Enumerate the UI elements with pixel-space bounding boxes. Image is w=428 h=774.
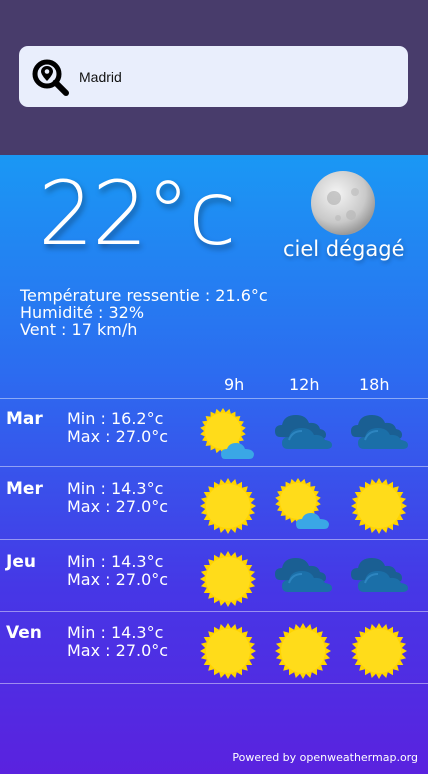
sun-icon <box>350 622 408 684</box>
location-search-icon[interactable] <box>31 58 71 98</box>
search-bar[interactable] <box>19 46 408 107</box>
sun-cloud-icon <box>199 407 259 467</box>
hour-label-9h: 9h <box>224 375 245 394</box>
forecast-minmax: Min : 14.3°c Max : 27.0°c <box>67 553 168 589</box>
sun-icon <box>199 550 257 612</box>
forecast-minmax: Min : 14.3°c Max : 27.0°c <box>67 480 168 516</box>
forecast-max: Max : 27.0°c <box>67 570 169 589</box>
divider <box>0 398 428 399</box>
hour-label-12h: 12h <box>289 375 320 394</box>
clouds-icon <box>274 407 334 457</box>
forecast-max: Max : 27.0°c <box>67 497 169 516</box>
forecast-min: Min : 14.3°c <box>67 623 164 642</box>
sun-icon <box>199 622 257 684</box>
clouds-icon <box>350 550 410 600</box>
forecast-day: Jeu <box>6 552 36 572</box>
sun-icon <box>274 622 332 684</box>
forecast-day: Mar <box>6 409 43 429</box>
weather-condition: ciel dégagé <box>283 237 405 261</box>
forecast-day: Mer <box>6 479 43 499</box>
forecast-min: Min : 14.3°c <box>67 552 164 571</box>
header <box>0 0 428 155</box>
forecast-max: Max : 27.0°c <box>67 427 169 446</box>
footer-credit: Powered by openweathermap.org <box>232 751 418 764</box>
clouds-icon <box>274 550 334 600</box>
divider <box>0 539 428 540</box>
forecast-min: Min : 14.3°c <box>67 479 164 498</box>
forecast-minmax: Min : 14.3°c Max : 27.0°c <box>67 624 168 660</box>
feels-like: Température ressentie : 21.6°c <box>20 286 268 305</box>
hour-label-18h: 18h <box>359 375 390 394</box>
humidity: Humidité : 32% <box>20 303 145 322</box>
current-temperature: 22°c <box>38 162 236 265</box>
current-details: Température ressentie : 21.6°c Humidité … <box>20 287 268 338</box>
forecast-day: Ven <box>6 623 42 643</box>
clouds-icon <box>350 407 410 457</box>
moon-icon <box>311 171 375 235</box>
forecast-max: Max : 27.0°c <box>67 641 169 660</box>
sun-icon <box>350 477 408 539</box>
forecast-min: Min : 16.2°c <box>67 409 164 428</box>
sun-cloud-icon <box>274 477 334 537</box>
sun-icon <box>199 477 257 539</box>
wind: Vent : 17 km/h <box>20 320 138 339</box>
forecast-minmax: Min : 16.2°c Max : 27.0°c <box>67 410 168 446</box>
search-input[interactable] <box>77 60 401 94</box>
